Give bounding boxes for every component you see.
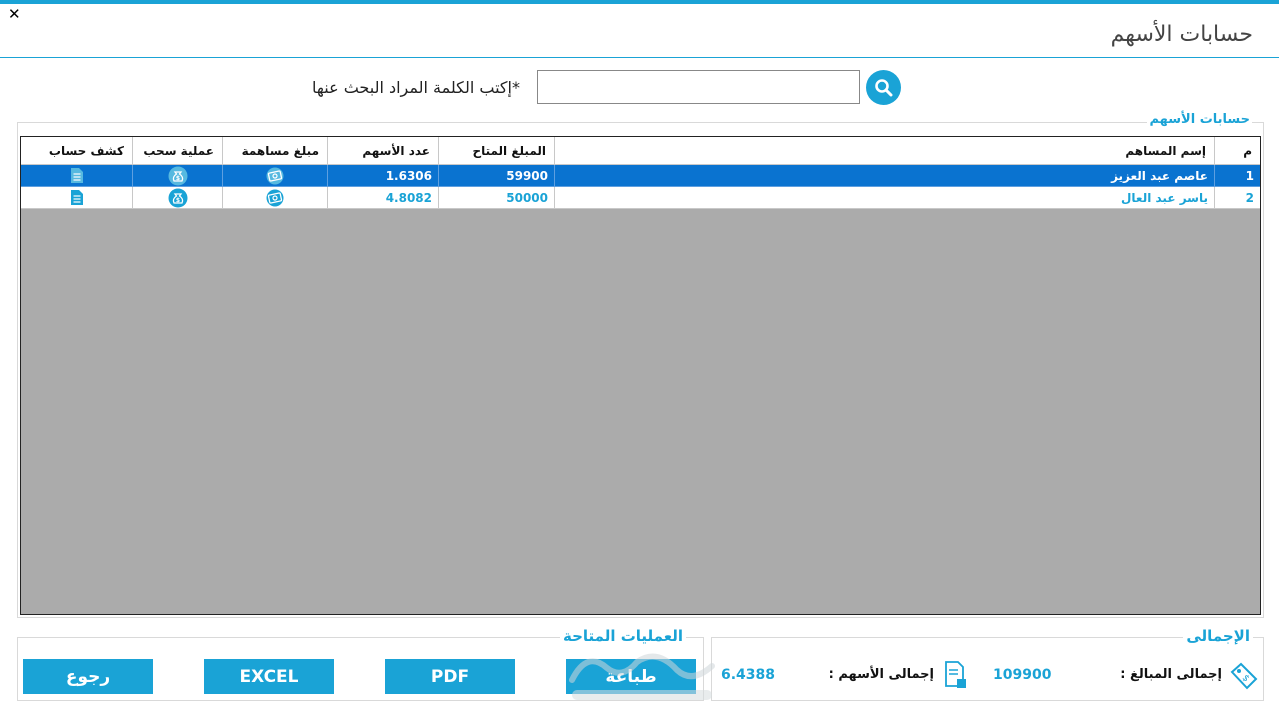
title-divider (0, 57, 1279, 58)
watermark-logo-icon (569, 653, 715, 700)
column-header-contribution[interactable]: مبلغ مساهمة (222, 137, 327, 165)
svg-text:$: $ (175, 175, 179, 182)
column-header-available[interactable]: المبلغ المتاح (438, 137, 554, 165)
search-button[interactable] (866, 70, 901, 105)
document-icon[interactable] (70, 167, 84, 184)
row-num: 1 (1214, 165, 1260, 187)
document-shares-icon (945, 661, 966, 688)
money-bag-icon[interactable]: $ (168, 166, 188, 186)
money-bag-icon[interactable]: $ (168, 188, 188, 208)
row-shares: 4.8082 (327, 187, 438, 209)
row-num: 2 (1214, 187, 1260, 209)
totals-group-title: الإجمالى (1183, 627, 1253, 645)
row-contribution-cell[interactable] (222, 165, 327, 187)
price-tag-icon: $ (1230, 662, 1258, 690)
table-row[interactable]: 2 ياسر عبد العال 50000 4.8082 $ (21, 187, 1260, 209)
row-statement-cell[interactable] (21, 165, 132, 187)
total-amounts-label: إجمالى المبالغ : (1120, 667, 1222, 682)
document-icon[interactable] (70, 189, 84, 206)
svg-text:$: $ (175, 197, 179, 204)
row-name: ياسر عبد العال (554, 187, 1214, 209)
total-shares-label: إجمالى الأسهم : (828, 667, 934, 682)
search-input[interactable] (537, 70, 860, 104)
excel-button[interactable]: EXCEL (204, 659, 334, 694)
money-icon[interactable] (265, 189, 285, 207)
grid-group-title: حسابات الأسهم (1147, 112, 1252, 127)
row-contribution-cell[interactable] (222, 187, 327, 209)
shareholders-grid[interactable]: م إسم المساهم المبلغ المتاح عدد الأسهم م… (20, 136, 1261, 615)
window-top-border (0, 0, 1279, 4)
close-icon[interactable]: ✕ (8, 5, 24, 23)
row-name: عاصم عبد العزيز (554, 165, 1214, 187)
row-withdraw-cell[interactable]: $ (132, 187, 222, 209)
pdf-button[interactable]: PDF (385, 659, 515, 694)
page-title: حسابات الأسهم (1110, 22, 1253, 47)
back-button[interactable]: رجوع (23, 659, 153, 694)
column-header-num[interactable]: م (1214, 137, 1260, 165)
column-header-shares[interactable]: عدد الأسهم (327, 137, 438, 165)
table-row[interactable]: 1 عاصم عبد العزيز 59900 1.6306 $ (21, 165, 1260, 187)
row-statement-cell[interactable] (21, 187, 132, 209)
column-header-statement[interactable]: كشف حساب (21, 137, 132, 165)
total-amounts-value: 109900 (993, 667, 1052, 683)
row-withdraw-cell[interactable]: $ (132, 165, 222, 187)
column-header-name[interactable]: إسم المساهم (554, 137, 1214, 165)
column-header-withdraw[interactable]: عملية سحب (132, 137, 222, 165)
row-available: 59900 (438, 165, 554, 187)
row-available: 50000 (438, 187, 554, 209)
total-shares-value: 6.4388 (721, 667, 776, 683)
row-shares: 1.6306 (327, 165, 438, 187)
search-icon (875, 79, 893, 97)
money-icon[interactable] (265, 167, 285, 185)
search-label: *إكتب الكلمة المراد البحث عنها (311, 78, 520, 97)
grid-header: م إسم المساهم المبلغ المتاح عدد الأسهم م… (21, 137, 1260, 165)
